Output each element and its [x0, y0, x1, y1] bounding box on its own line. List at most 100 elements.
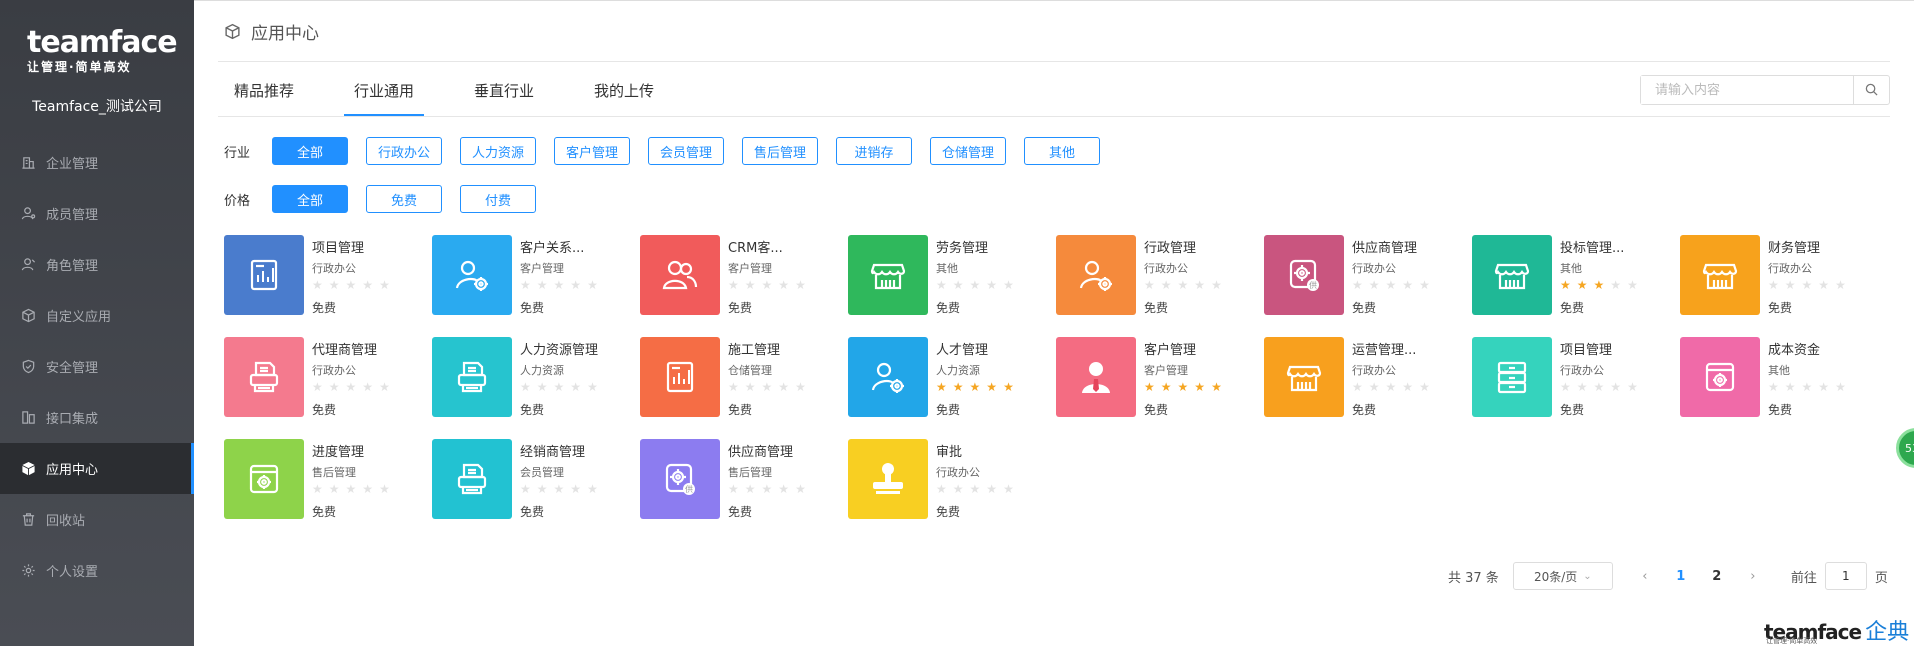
star-icon: ★ [312, 380, 329, 394]
app-tile[interactable] [640, 337, 720, 417]
app-card[interactable]: 成本资金 其他 ★★★★★ 免费 [1680, 337, 1880, 419]
app-name[interactable]: 项目管理 [1560, 339, 1612, 358]
industry-chip[interactable]: 其他 [1024, 137, 1100, 165]
tab-2[interactable]: 行业通用 [344, 79, 425, 117]
app-tile[interactable] [432, 235, 512, 315]
app-tile[interactable] [848, 439, 928, 519]
tab-1[interactable]: 精品推荐 [224, 79, 304, 117]
rating-stars: ★★★★★ [1560, 380, 1644, 394]
app-card[interactable]: 运营管理... 行政办公 ★★★★★ 免费 [1264, 337, 1464, 419]
building-icon [20, 155, 36, 171]
app-tile[interactable] [848, 337, 928, 417]
industry-chip[interactable]: 进销存 [836, 137, 912, 165]
app-name[interactable]: 施工管理 [728, 339, 780, 358]
app-tile[interactable] [640, 235, 720, 315]
app-name[interactable]: 供应商管理 [728, 441, 793, 460]
app-tile[interactable] [1056, 337, 1136, 417]
price-chip[interactable]: 免费 [366, 185, 442, 213]
app-card[interactable]: 项目管理 行政办公 ★★★★★ 免费 [1472, 337, 1672, 419]
app-name[interactable]: 进度管理 [312, 441, 364, 460]
app-name[interactable]: 人才管理 [936, 339, 988, 358]
app-name[interactable]: CRM客... [728, 237, 783, 256]
search-input[interactable] [1641, 76, 1853, 104]
app-card[interactable]: 劳务管理 其他 ★★★★★ 免费 [848, 235, 1048, 317]
industry-chip[interactable]: 行政办公 [366, 137, 442, 165]
app-card[interactable]: CRM客... 客户管理 ★★★★★ 免费 [640, 235, 840, 317]
industry-chip[interactable]: 客户管理 [554, 137, 630, 165]
app-card[interactable]: 项目管理 行政办公 ★★★★★ 免费 [224, 235, 424, 317]
app-name[interactable]: 劳务管理 [936, 237, 988, 256]
app-name[interactable]: 代理商管理 [312, 339, 377, 358]
app-name[interactable]: 行政管理 [1144, 237, 1196, 256]
industry-chip[interactable]: 仓储管理 [930, 137, 1006, 165]
app-card[interactable]: 经销商管理 会员管理 ★★★★★ 免费 [432, 439, 632, 521]
goto-page-input[interactable] [1824, 562, 1867, 590]
app-name[interactable]: 客户管理 [1144, 339, 1196, 358]
prev-page-button[interactable]: ‹ [1627, 569, 1663, 584]
app-tile[interactable] [224, 439, 304, 519]
app-card[interactable]: 投标管理... 其他 ★★★★★ 免费 [1472, 235, 1672, 317]
app-name[interactable]: 成本资金 [1768, 339, 1820, 358]
search-button[interactable] [1853, 76, 1889, 104]
sidebar-item-3[interactable]: 角色管理 [0, 239, 194, 290]
sidebar-item-7[interactable]: 应用中心 [0, 443, 194, 494]
app-name[interactable]: 客户关系... [520, 237, 584, 256]
sidebar-item-8[interactable]: 回收站 [0, 494, 194, 545]
app-card[interactable]: 财务管理 行政办公 ★★★★★ 免费 [1680, 235, 1880, 317]
sidebar-item-1[interactable]: 企业管理 [0, 137, 194, 188]
app-tile[interactable] [848, 235, 928, 315]
app-name[interactable]: 财务管理 [1768, 237, 1820, 256]
sidebar-item-2[interactable]: 成员管理 [0, 188, 194, 239]
app-tile[interactable] [1056, 235, 1136, 315]
app-card[interactable]: 供供应商管理 行政办公 ★★★★★ 免费 [1264, 235, 1464, 317]
app-card[interactable]: 客户关系... 客户管理 ★★★★★ 免费 [432, 235, 632, 317]
app-name[interactable]: 供应商管理 [1352, 237, 1417, 256]
users-icon [660, 255, 700, 295]
app-tile[interactable] [1472, 337, 1552, 417]
industry-chip[interactable]: 会员管理 [648, 137, 724, 165]
star-icon: ★ [744, 380, 762, 394]
next-page-button[interactable]: › [1735, 569, 1771, 584]
app-card[interactable]: 人力资源管理 人力资源 ★★★★★ 免费 [432, 337, 632, 419]
app-card[interactable]: 代理商管理 行政办公 ★★★★★ 免费 [224, 337, 424, 419]
tab-3[interactable]: 垂直行业 [464, 79, 544, 117]
app-name[interactable]: 经销商管理 [520, 441, 585, 460]
industry-chip[interactable]: 全部 [272, 137, 348, 165]
app-name[interactable]: 人力资源管理 [520, 339, 598, 358]
app-tile[interactable] [1680, 235, 1760, 315]
app-tile[interactable] [1264, 337, 1344, 417]
tab-4[interactable]: 我的上传 [584, 79, 664, 117]
app-name[interactable]: 审批 [936, 441, 962, 460]
app-card[interactable]: 审批 行政办公 ★★★★★ 免费 [848, 439, 1048, 521]
app-tile[interactable]: 供 [1264, 235, 1344, 315]
app-name[interactable]: 项目管理 [312, 237, 364, 256]
page-number-button[interactable]: 1 [1663, 569, 1699, 584]
app-name[interactable]: 运营管理... [1352, 339, 1416, 358]
app-category: 行政办公 [1352, 364, 1396, 377]
sidebar-item-9[interactable]: 个人设置 [0, 545, 194, 596]
app-price: 免费 [1768, 301, 1793, 315]
industry-chip[interactable]: 售后管理 [742, 137, 818, 165]
app-card[interactable]: 进度管理 售后管理 ★★★★★ 免费 [224, 439, 424, 521]
page-number-button[interactable]: 2 [1699, 569, 1735, 584]
app-card[interactable]: 人才管理 人力资源 ★★★★★ 免费 [848, 337, 1048, 419]
app-tile[interactable] [224, 235, 304, 315]
sidebar-item-5[interactable]: 安全管理 [0, 341, 194, 392]
app-card[interactable]: 供供应商管理 售后管理 ★★★★★ 免费 [640, 439, 840, 521]
price-chip[interactable]: 全部 [272, 185, 348, 213]
app-tile[interactable]: 供 [640, 439, 720, 519]
price-chip[interactable]: 付费 [460, 185, 536, 213]
app-tile[interactable] [432, 439, 512, 519]
app-card[interactable]: 施工管理 仓储管理 ★★★★★ 免费 [640, 337, 840, 419]
page-size-select[interactable]: 20条/页 ⌄ [1512, 562, 1613, 590]
app-tile[interactable] [224, 337, 304, 417]
app-tile[interactable] [1472, 235, 1552, 315]
app-tile[interactable] [432, 337, 512, 417]
sidebar-item-4[interactable]: 自定义应用 [0, 290, 194, 341]
app-name[interactable]: 投标管理... [1560, 237, 1624, 256]
industry-chip[interactable]: 人力资源 [460, 137, 536, 165]
app-card[interactable]: 客户管理 客户管理 ★★★★★ 免费 [1056, 337, 1256, 419]
app-tile[interactable] [1680, 337, 1760, 417]
app-card[interactable]: 行政管理 行政办公 ★★★★★ 免费 [1056, 235, 1256, 317]
sidebar-item-6[interactable]: 接口集成 [0, 392, 194, 443]
